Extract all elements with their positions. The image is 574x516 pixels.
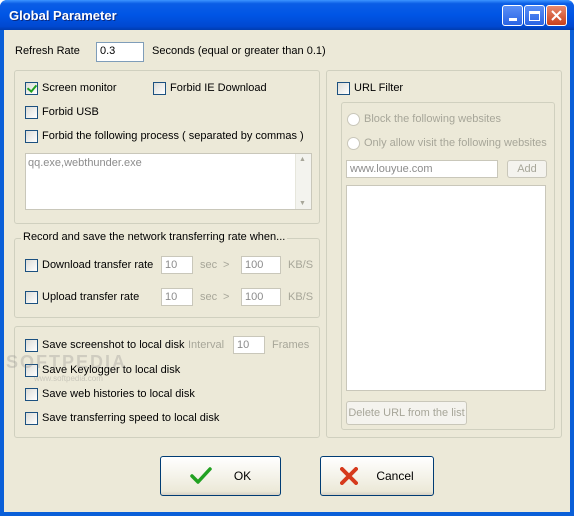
refresh-rate-input[interactable]: 0.3 (96, 42, 144, 62)
forbid-process-checkbox[interactable] (25, 130, 38, 143)
ok-button[interactable]: OK (160, 456, 281, 496)
screen-monitor-label: Screen monitor (42, 82, 117, 94)
download-threshold-input[interactable]: 100 (241, 256, 281, 274)
forbid-process-label: Forbid the following process ( separated… (42, 130, 304, 142)
upload-sec-input[interactable]: 10 (161, 288, 193, 306)
maximize-button[interactable] (524, 5, 545, 26)
url-input[interactable]: www.louyue.com (346, 160, 498, 178)
check-icon (190, 467, 212, 484)
process-list-textarea[interactable]: qq.exe,webthunder.exe ▲ ▼ (25, 153, 312, 210)
upload-threshold-input[interactable]: 100 (241, 288, 281, 306)
interval-label: Interval (188, 339, 225, 351)
network-group: Record and save the network transferring… (14, 231, 320, 318)
cancel-button[interactable]: Cancel (320, 456, 434, 496)
url-filter-checkbox[interactable] (337, 82, 350, 95)
monitor-group: Screen monitor Forbid IE Download Forbid… (14, 70, 320, 224)
block-websites-radio[interactable] (347, 113, 360, 126)
download-sec-input[interactable]: 10 (161, 256, 193, 274)
download-rate-label: Download transfer rate (42, 259, 154, 271)
maximize-icon (529, 10, 540, 21)
process-list-text: qq.exe,webthunder.exe (28, 157, 142, 169)
minimize-button[interactable] (502, 5, 523, 26)
url-filter-label: URL Filter (354, 82, 404, 94)
save-web-history-checkbox[interactable] (25, 388, 38, 401)
close-icon (551, 10, 562, 21)
block-websites-label: Block the following websites (364, 113, 501, 125)
refresh-rate-label: Refresh Rate (15, 45, 80, 57)
window-title: Global Parameter (9, 8, 117, 23)
upload-unit-label: KB/S (288, 291, 314, 303)
cancel-x-icon (340, 467, 359, 485)
url-filter-group: URL Filter Block the following websites … (326, 70, 562, 438)
scroll-up-icon: ▲ (299, 156, 306, 163)
interval-input[interactable]: 10 (233, 336, 265, 354)
forbid-ie-checkbox[interactable] (153, 82, 166, 95)
save-web-history-label: Save web histories to local disk (42, 388, 195, 400)
download-gt-label: > (223, 259, 230, 271)
upload-rate-checkbox[interactable] (25, 291, 38, 304)
dialog-window: Global Parameter Refresh Rate 0.3 Second… (0, 0, 574, 516)
save-speed-checkbox[interactable] (25, 412, 38, 425)
refresh-rate-hint: Seconds (equal or greater than 0.1) (152, 45, 326, 57)
save-screenshot-label: Save screenshot to local disk (42, 339, 185, 351)
upload-gt-label: > (223, 291, 230, 303)
download-unit-label: KB/S (288, 259, 314, 271)
save-screenshot-checkbox[interactable] (25, 339, 38, 352)
forbid-usb-checkbox[interactable] (25, 106, 38, 119)
minimize-icon (508, 18, 517, 21)
forbid-ie-label: Forbid IE Download (170, 82, 267, 94)
allow-websites-radio[interactable] (347, 137, 360, 150)
screen-monitor-checkbox[interactable] (25, 82, 38, 95)
save-speed-label: Save transferring speed to local disk (42, 412, 220, 424)
allow-websites-label: Only allow visit the following websites (364, 137, 547, 149)
upload-rate-label: Upload transfer rate (42, 291, 140, 303)
close-button[interactable] (546, 5, 567, 26)
delete-url-button[interactable]: Delete URL from the list (346, 401, 467, 425)
watermark-logo: SOFTPEDIA (6, 352, 128, 372)
title-bar[interactable]: Global Parameter (0, 0, 574, 30)
process-list-scrollbar[interactable]: ▲ ▼ (295, 154, 311, 209)
ok-label: OK (233, 469, 252, 483)
add-url-button[interactable]: Add (507, 160, 547, 178)
download-rate-checkbox[interactable] (25, 259, 38, 272)
upload-sec-label: sec (200, 291, 218, 303)
dialog-body: Refresh Rate 0.3 Seconds (equal or great… (4, 30, 570, 512)
network-group-title: Record and save the network transferring… (21, 231, 288, 243)
forbid-usb-label: Forbid USB (42, 106, 99, 118)
frames-label: Frames (272, 339, 310, 351)
watermark-url: www.softpedia.com (34, 374, 103, 383)
scroll-down-icon: ▼ (299, 200, 306, 207)
cancel-label: Cancel (376, 469, 414, 483)
download-sec-label: sec (200, 259, 218, 271)
url-list[interactable] (346, 185, 546, 391)
